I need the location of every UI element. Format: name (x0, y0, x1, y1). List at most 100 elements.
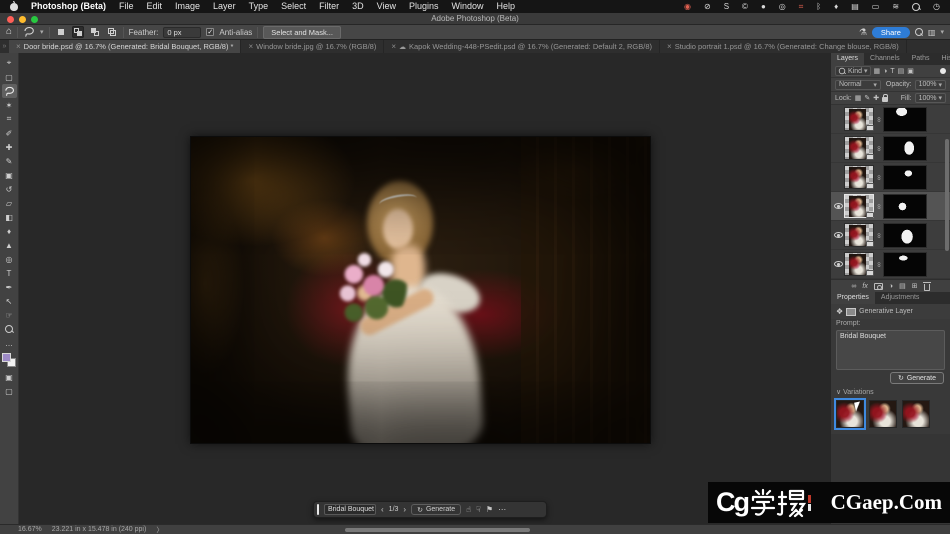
pen-tool[interactable]: ✒ (2, 280, 17, 294)
healing-brush-tool[interactable]: ✚ (2, 140, 17, 154)
layer-row-selected[interactable]: ∞ (831, 192, 950, 221)
layer-mask-thumbnail[interactable] (883, 136, 927, 161)
brush-tool[interactable]: ✎ (2, 154, 17, 168)
horizontal-scrollbar[interactable] (345, 528, 530, 532)
eye-icon[interactable] (834, 232, 843, 238)
menu-edit[interactable]: Edit (147, 0, 163, 13)
eraser-tool[interactable]: ▱ (2, 196, 17, 210)
clone-stamp-tool[interactable]: ▣ (2, 168, 17, 182)
tab-adjustments[interactable]: Adjustments (875, 292, 926, 304)
layer-mask-thumbnail[interactable] (883, 165, 927, 190)
menu-help[interactable]: Help (497, 0, 516, 13)
variation-thumbnail-3[interactable] (902, 400, 930, 428)
new-group-icon[interactable]: ▤ (899, 282, 906, 290)
fill-select[interactable]: 100%▾ (915, 93, 946, 103)
battery-icon[interactable]: ▭ (872, 0, 880, 13)
prompt-textarea[interactable]: Bridal Bouquet (836, 330, 945, 370)
document-tab-door-bride[interactable]: × Door bride.psd @ 16.7% (Generated: Bri… (9, 40, 241, 53)
layer-row[interactable]: ∞ (831, 163, 950, 192)
menu-image[interactable]: Image (175, 0, 200, 13)
layer-thumbnail[interactable] (844, 165, 874, 189)
marquee-tool[interactable]: ▢ (2, 70, 17, 84)
menu-view[interactable]: View (377, 0, 396, 13)
report-flag-icon[interactable]: ⚑ (486, 505, 493, 514)
close-tab-icon[interactable]: × (391, 42, 396, 51)
wifi-icon[interactable]: ≋ (892, 0, 899, 13)
menu-filter[interactable]: Filter (319, 0, 339, 13)
close-tab-icon[interactable]: × (667, 42, 672, 51)
layer-thumbnail[interactable] (844, 136, 874, 160)
visibility-toggle[interactable] (833, 203, 844, 209)
subtract-selection-mode-button[interactable] (89, 26, 101, 38)
menu-photoshop[interactable]: Photoshop (Beta) (31, 0, 106, 13)
bride-photo[interactable] (190, 136, 651, 444)
zoom-tool[interactable] (2, 322, 17, 336)
intersect-selection-mode-button[interactable] (106, 26, 118, 38)
menu-file[interactable]: File (119, 0, 134, 13)
feather-input[interactable]: 0 px (163, 27, 201, 38)
blur-tool[interactable]: ♦ (2, 224, 17, 238)
menu-select[interactable]: Select (281, 0, 306, 13)
tab-layers[interactable]: Layers (831, 53, 864, 65)
filter-adjustment-icon[interactable]: ◑ (883, 68, 887, 75)
more-options-icon[interactable]: ⋯ (498, 505, 506, 514)
close-tab-icon[interactable]: × (16, 42, 21, 51)
visibility-toggle[interactable] (833, 261, 844, 267)
variation-thumbnail-1[interactable] (836, 400, 864, 428)
spotlight-search-icon[interactable] (912, 3, 920, 11)
screen-record-icon[interactable]: ◉ (684, 0, 691, 13)
generate-button[interactable]: ↻ Generate (890, 372, 944, 384)
hand-tool[interactable]: ☞ (2, 308, 17, 322)
workspace-caret-icon[interactable]: ▾ (940, 28, 944, 36)
layer-thumbnail[interactable] (844, 194, 874, 218)
share-button[interactable]: Share (872, 27, 910, 38)
lock-position-icon[interactable]: ✚ (873, 94, 879, 102)
menu-window[interactable]: Window (452, 0, 484, 13)
layer-row[interactable]: ∞ (831, 134, 950, 163)
taskbar-prompt-input[interactable]: Bridal Bouquet (324, 504, 376, 515)
gradient-tool[interactable]: ◧ (2, 210, 17, 224)
eyedropper-tool[interactable]: ✐ (2, 126, 17, 140)
filter-kind-dropdown[interactable]: Kind▾ (835, 66, 871, 76)
filter-smart-object-icon[interactable]: ▣ (907, 67, 914, 75)
layer-thumbnail[interactable] (844, 252, 874, 276)
tab-history[interactable]: History (936, 53, 950, 65)
tool-preset-caret-icon[interactable]: ▾ (40, 28, 44, 36)
document-tab-kapok-wedding[interactable]: × ☁ Kapok Wedding-448-PSedit.psd @ 16.7%… (384, 40, 660, 53)
color-swatches[interactable] (2, 353, 16, 367)
menu-3d[interactable]: 3D (352, 0, 364, 13)
adjustment-layer-icon[interactable]: ◑ (889, 283, 893, 290)
delete-layer-icon[interactable] (924, 284, 930, 291)
path-select-tool[interactable]: ↖ (2, 294, 17, 308)
filter-type-icon[interactable]: T (890, 68, 894, 75)
foreground-color-swatch[interactable] (2, 353, 11, 362)
tab-paths[interactable]: Paths (906, 53, 936, 65)
zoom-level-field[interactable]: 16.67% (18, 526, 42, 533)
dodge-tool[interactable]: ◎ (2, 252, 17, 266)
lasso-tool-icon[interactable] (23, 26, 35, 38)
crop-tool[interactable]: ⌗ (2, 112, 17, 126)
sharpen-tool[interactable]: ▲ (2, 238, 17, 252)
workspace-switcher-icon[interactable]: ▥ (928, 28, 936, 37)
thumbs-up-icon[interactable]: ☝ (466, 505, 471, 514)
search-icon[interactable] (915, 28, 923, 36)
bluetooth-icon[interactable]: ᛒ (816, 0, 821, 13)
layer-mask-thumbnail[interactable] (883, 223, 927, 248)
layer-mask-thumbnail[interactable] (883, 252, 927, 277)
menu-type[interactable]: Type (249, 0, 269, 13)
apple-logo-icon[interactable] (10, 3, 18, 11)
layers-scrollbar[interactable] (945, 139, 949, 251)
opacity-select[interactable]: 100%▾ (915, 80, 946, 90)
eye-icon[interactable] (834, 203, 843, 209)
previous-variation-icon[interactable]: ‹ (381, 505, 384, 514)
status-app-icon[interactable]: ◎ (779, 0, 786, 13)
lock-transparency-icon[interactable]: ▦ (855, 94, 862, 102)
taskbar-handle[interactable] (317, 504, 319, 515)
tab-channels[interactable]: Channels (864, 53, 906, 65)
menu-plugins[interactable]: Plugins (409, 0, 439, 13)
layer-row[interactable]: ∞ (831, 221, 950, 250)
status-caret-icon[interactable]: 〉 (156, 525, 163, 534)
screen-mode-button[interactable]: ▢ (2, 384, 17, 398)
layer-thumbnail[interactable] (844, 223, 874, 247)
quick-selection-tool[interactable]: ✶ (2, 98, 17, 112)
